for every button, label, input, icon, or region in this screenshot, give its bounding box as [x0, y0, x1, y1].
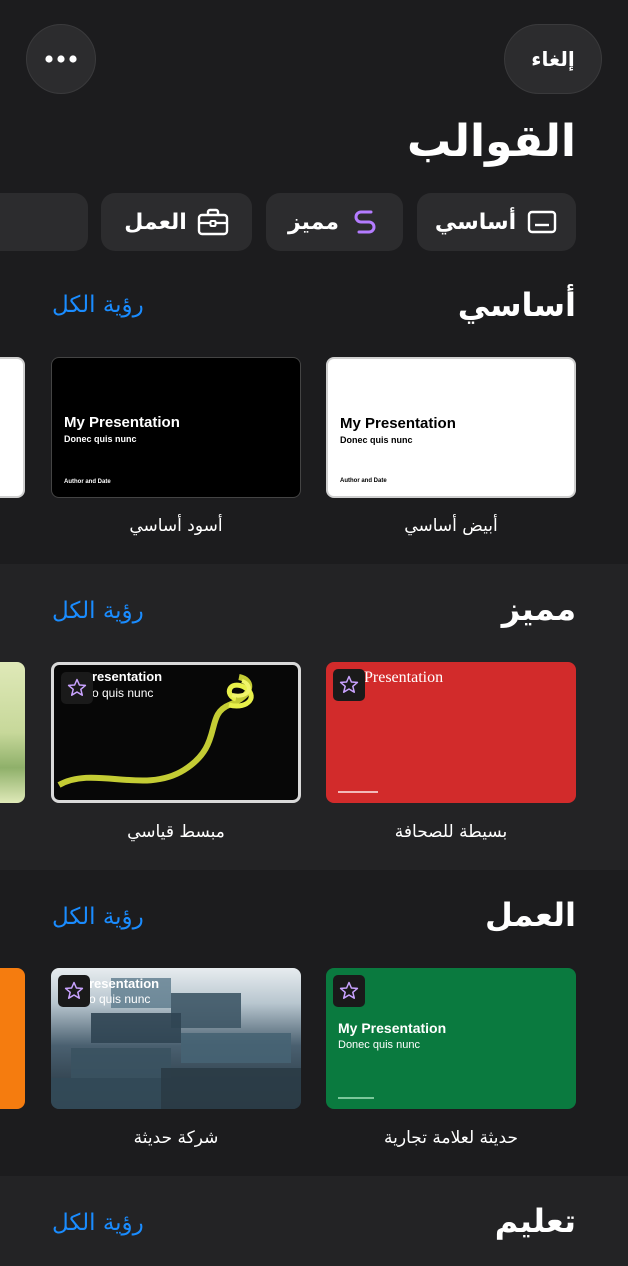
preview-title: My Presentation	[64, 414, 180, 431]
preview-title: My Presentation	[340, 415, 456, 432]
template-thumbnail-basic-white[interactable]: My Presentation Donec quis nunc Author a…	[326, 357, 576, 498]
section-business: العمل رؤية الكل My Presentation Donec qu…	[0, 870, 628, 1176]
section-title: أساسي	[457, 286, 576, 324]
section-education: تعليم رؤية الكل	[0, 1176, 628, 1266]
preview-subtitle: Donec quis nunc	[64, 434, 137, 444]
template-name: شركة حديثة	[133, 1128, 219, 1148]
preview-title: Presentation	[364, 669, 444, 686]
chip-label: العمل	[124, 209, 187, 235]
chip-featured[interactable]: مميز	[266, 193, 403, 251]
chip-business[interactable]: العمل	[101, 193, 252, 251]
see-all-link[interactable]: رؤية الكل	[52, 904, 144, 930]
template-thumbnail-modern-brand[interactable]: My Presentation Donec quis nunc	[326, 968, 576, 1109]
ellipsis-icon	[45, 55, 77, 63]
template-name: حديثة لعلامة تجارية	[384, 1128, 518, 1148]
template-name: بسيطة للصحافة	[394, 822, 508, 842]
star-icon	[64, 981, 84, 999]
see-all-link[interactable]: رؤية الكل	[52, 598, 144, 624]
template-name: أبيض أساسي	[404, 516, 498, 536]
basic-slide-icon	[526, 206, 558, 238]
preview-title: resentation	[89, 976, 160, 991]
template-thumbnail-standard-minimal[interactable]: resentation o quis nunc	[51, 662, 301, 803]
featured-icon	[349, 206, 381, 238]
preview-footer-line	[338, 791, 378, 793]
chip-label: مميز	[287, 209, 340, 235]
category-chips: أساسي مميز العمل تع	[0, 193, 628, 251]
cancel-button[interactable]: إلغاء	[504, 24, 602, 94]
preview-footer-line	[338, 1097, 374, 1099]
preview-subtitle: Donec quis nunc	[340, 435, 413, 445]
template-thumbnail-partial[interactable]	[0, 357, 25, 498]
section-title: تعليم	[494, 1202, 576, 1240]
template-thumbnail-modern-company[interactable]: resentation o quis nunc	[51, 968, 301, 1109]
featured-star-badge	[58, 975, 90, 1007]
chip-label: أساسي	[434, 209, 517, 235]
section-title: العمل	[484, 896, 576, 934]
section-basic: أساسي رؤية الكل My Presentation Donec qu…	[0, 286, 628, 592]
section-featured: مميز رؤية الكل Presentation بسيطة للصحاف…	[0, 564, 628, 870]
preview-author: Author and Date	[340, 478, 387, 484]
preview-title: My Presentation	[338, 1020, 447, 1036]
briefcase-icon	[197, 206, 229, 238]
featured-star-badge	[333, 975, 365, 1007]
template-thumbnail-basic-black[interactable]: My Presentation Donec quis nunc Author a…	[51, 357, 301, 498]
template-name: مبسط قياسي	[127, 822, 225, 842]
preview-subtitle: Donec quis nunc	[338, 1039, 420, 1051]
star-icon	[67, 678, 87, 696]
chip-basic[interactable]: أساسي	[417, 193, 576, 251]
template-name: أسود أساسي	[129, 516, 223, 536]
chip-education[interactable]: تع	[0, 193, 88, 251]
featured-star-badge	[61, 672, 93, 704]
template-thumbnail-partial[interactable]	[0, 968, 25, 1109]
preview-subtitle: o quis nunc	[89, 992, 151, 1006]
template-thumbnail-partial[interactable]	[0, 662, 25, 803]
star-icon	[339, 981, 359, 999]
star-icon	[339, 675, 359, 693]
more-options-button[interactable]	[26, 24, 96, 94]
preview-subtitle: o quis nunc	[92, 686, 154, 700]
section-title: مميز	[501, 590, 576, 628]
preview-title: resentation	[92, 669, 163, 684]
featured-star-badge	[333, 669, 365, 701]
template-thumbnail-newspaper[interactable]: Presentation	[326, 662, 576, 803]
page-title: القوالب	[406, 116, 576, 167]
top-bar: إلغاء	[0, 0, 628, 110]
see-all-link[interactable]: رؤية الكل	[52, 1210, 144, 1236]
see-all-link[interactable]: رؤية الكل	[52, 292, 144, 318]
preview-author: Author and Date	[64, 479, 111, 485]
